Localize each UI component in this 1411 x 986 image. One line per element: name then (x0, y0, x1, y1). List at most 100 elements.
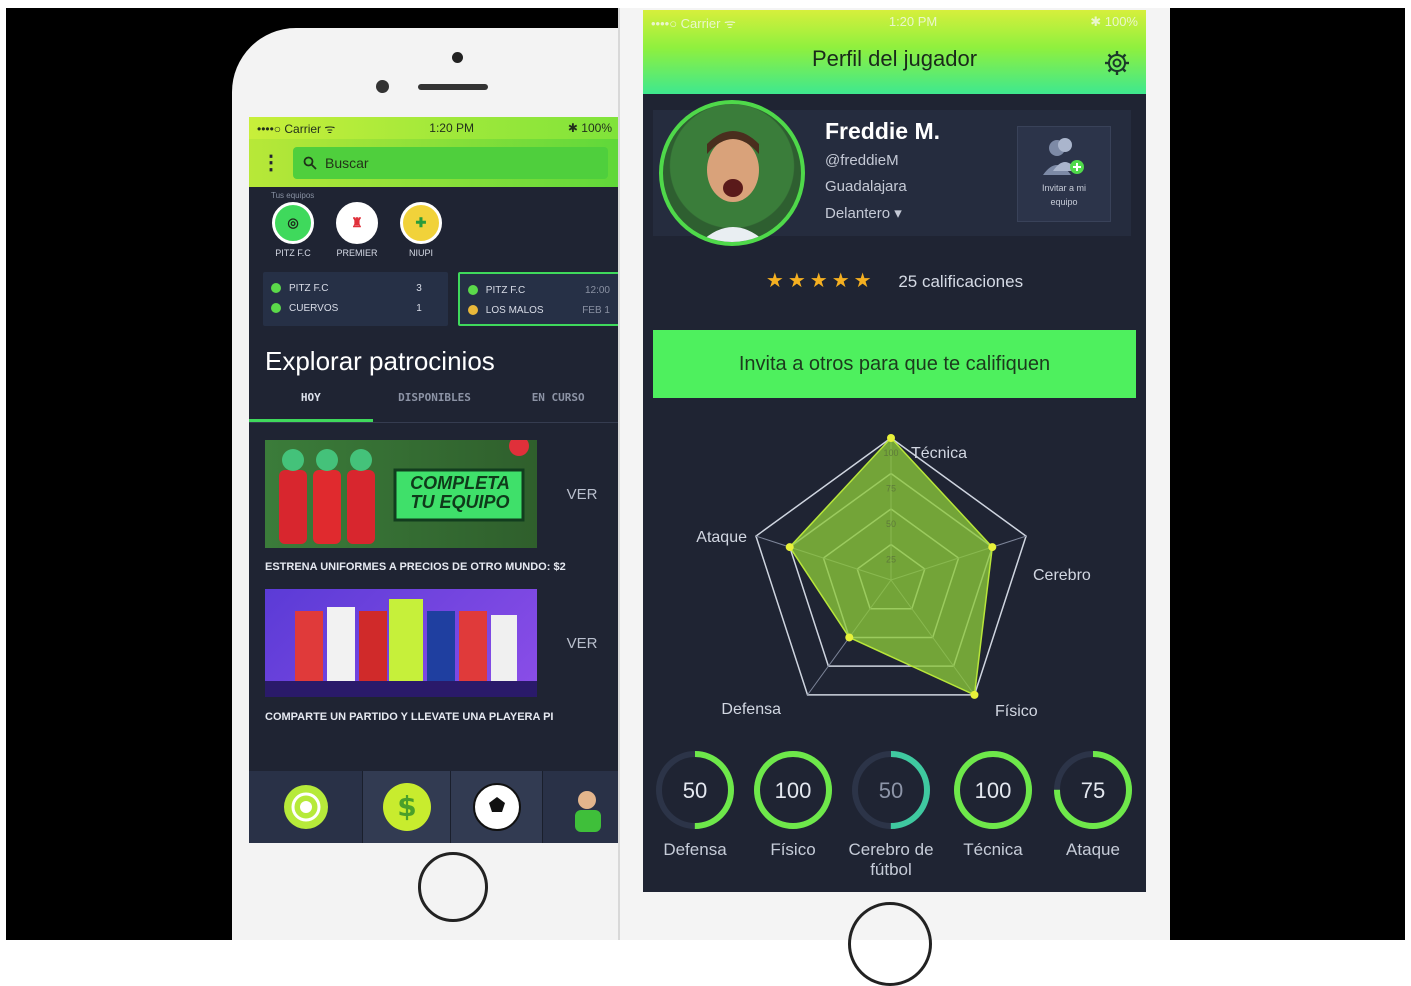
radar-axis-label: Físico (995, 703, 1038, 720)
team-name: PREMIER (336, 248, 378, 258)
front-camera (376, 80, 389, 93)
earpiece-speaker (418, 84, 488, 90)
promo-caption: COMPARTE UN PARTIDO Y LLEVATE UNA PLAYER… (265, 711, 554, 723)
stat-label: Cerebro de fútbol (848, 840, 934, 879)
radar-axis-label: Defensa (721, 701, 781, 718)
nav-matches[interactable] (451, 771, 543, 843)
teams-label: Tus equipos (271, 191, 315, 200)
radar-axis-label: Técnica (911, 445, 967, 462)
team-crest-icon (283, 785, 328, 829)
nav-profile[interactable] (543, 771, 620, 843)
team-dot-icon (467, 305, 478, 315)
radar-data-point (785, 543, 794, 552)
status-time: 1:20 PM (429, 121, 474, 135)
match-date: FEB 1 (582, 304, 610, 316)
matches-list: PITZ F.C 3 CUERVOS 1 PITZ F.C 12:00 LOS MAL… (249, 258, 620, 326)
page-title: Perfil del jugador (811, 46, 978, 71)
team-name: PITZ F.C (289, 282, 329, 294)
radar-axis-label: Ataque (696, 529, 747, 546)
carrier: ••••○ Carrier ᯤ (257, 121, 336, 136)
star-icon: ★ (765, 270, 784, 292)
battery: ✱ 100% (1090, 14, 1138, 29)
invite-box-label: Invitar a mi equipo (1041, 183, 1086, 207)
status-bar: ••••○ Carrier ᯤ 1:20 PM ✱ 100% (643, 10, 1146, 36)
invite-rate-button[interactable]: Invita a otros para que te califiquen (653, 330, 1136, 398)
match-card-selected[interactable]: PITZ F.C 12:00 LOS MALOS FEB 1 (457, 272, 620, 326)
star-icon: ★ (831, 270, 850, 292)
right-home-button (848, 902, 932, 986)
radar-data-point (845, 633, 854, 642)
team-crest-icon: ◎ (272, 202, 314, 244)
radar-data-point (988, 543, 997, 552)
team-dot-icon (271, 283, 281, 293)
radar-tick-label: 75 (886, 484, 896, 494)
tab-en-curso[interactable]: EN CURSO (496, 391, 620, 422)
promo-caption: ESTRENA UNIFORMES A PRECIOS DE OTRO MUND… (265, 561, 566, 573)
gear-icon[interactable] (1104, 50, 1130, 76)
radar-axis-label: Cerebro (1033, 567, 1091, 584)
star-icon: ★ (787, 270, 806, 292)
invite-to-team-button[interactable]: Invitar a mi equipo (1017, 126, 1111, 222)
battery: ✱ 100% (567, 121, 612, 135)
player-city: Guadalajara (825, 178, 907, 195)
score: 1 (416, 302, 422, 314)
search-icon (303, 156, 317, 170)
player-position-dropdown[interactable]: Delantero ▾ (825, 204, 902, 222)
svg-text:$: $ (397, 790, 416, 823)
radar-data-point (970, 690, 979, 699)
front-sensor (452, 52, 463, 63)
header: ••••○ Carrier ᯤ 1:20 PM ✱ 100% Perfil de… (643, 10, 1146, 94)
score: 3 (416, 282, 422, 294)
match-time: 12:00 (584, 284, 610, 296)
team-item-premier[interactable]: ♜ PREMIER (333, 202, 381, 258)
stat-value: 100 (774, 778, 812, 803)
team-item-niupi[interactable]: ✚ NIUPI (397, 202, 445, 258)
radar-data-area (788, 436, 994, 696)
match-card[interactable]: PITZ F.C 3 CUERVOS 1 (263, 272, 448, 326)
stat-value: 100 (974, 778, 1012, 803)
team-name: CUERVOS (289, 302, 339, 314)
promo-view-button[interactable]: VER (537, 589, 620, 697)
stat-label: Técnica (963, 840, 1023, 859)
team-name: LOS MALOS (485, 304, 544, 316)
stat-label: Defensa (663, 840, 727, 859)
status-time: 1:20 PM (888, 14, 938, 29)
bottom-nav: $ (249, 771, 620, 843)
tab-bar: HOY DISPONIBLES EN CURSO (249, 391, 620, 423)
player-avatar-icon (575, 791, 601, 832)
team-dot-icon (467, 285, 478, 295)
right-screen: ••••○ Carrier ᯤ 1:20 PM ✱ 100% Perfil de… (643, 10, 1146, 892)
star-icon: ★ (809, 270, 828, 292)
player-photo (700, 131, 766, 242)
tab-hoy[interactable]: HOY (249, 391, 373, 422)
nav-teams[interactable] (249, 771, 363, 843)
search-input[interactable]: Buscar (293, 147, 608, 179)
stat-value: 75 (1080, 778, 1106, 803)
skills-radar-chart: 100 75 50 25 Técnica Cerebro Físico Defensa Ataq… (696, 434, 1091, 720)
team-crest-icon: ✚ (400, 202, 442, 244)
stage: ••••○ Carrier ᯤ 1:20 PM ✱ 100% ⋮ Buscar … (0, 0, 1411, 986)
status-bar: ••••○ Carrier ᯤ 1:20 PM ✱ 100% (249, 117, 620, 139)
search-row: ⋮ Buscar (249, 139, 620, 187)
search-placeholder: Buscar (325, 155, 369, 171)
team-item-pitz[interactable]: ◎ PITZ F.C (269, 202, 317, 258)
radar-tick-label: 50 (886, 519, 896, 529)
tab-disponibles[interactable]: DISPONIBLES (373, 391, 497, 422)
rating-stars: ★ ★ ★ ★ ★ (765, 270, 876, 292)
promo-banner-image: COMPLETA TU EQUIPO (265, 436, 537, 548)
promo-banner-image (265, 589, 537, 697)
menu-icon[interactable]: ⋮ (261, 153, 281, 173)
avatar[interactable] (659, 100, 805, 246)
profile-card: Freddie M. @freddieM Guadalajara Delante… (653, 100, 1131, 246)
section-title: Explorar patrocinios (265, 346, 495, 376)
left-screen: ••••○ Carrier ᯤ 1:20 PM ✱ 100% ⋮ Buscar … (249, 117, 620, 843)
star-icon: ★ (853, 270, 872, 292)
stat-value: 50 (682, 778, 708, 803)
radar-tick-label: 25 (886, 555, 896, 565)
left-home-button (418, 852, 488, 922)
team-crest-icon: ♜ (336, 202, 378, 244)
promo-view-button[interactable]: VER (537, 440, 620, 548)
dollar-icon: $ (382, 783, 431, 831)
add-user-icon (1043, 138, 1084, 175)
nav-sponsors[interactable]: $ (363, 771, 451, 843)
